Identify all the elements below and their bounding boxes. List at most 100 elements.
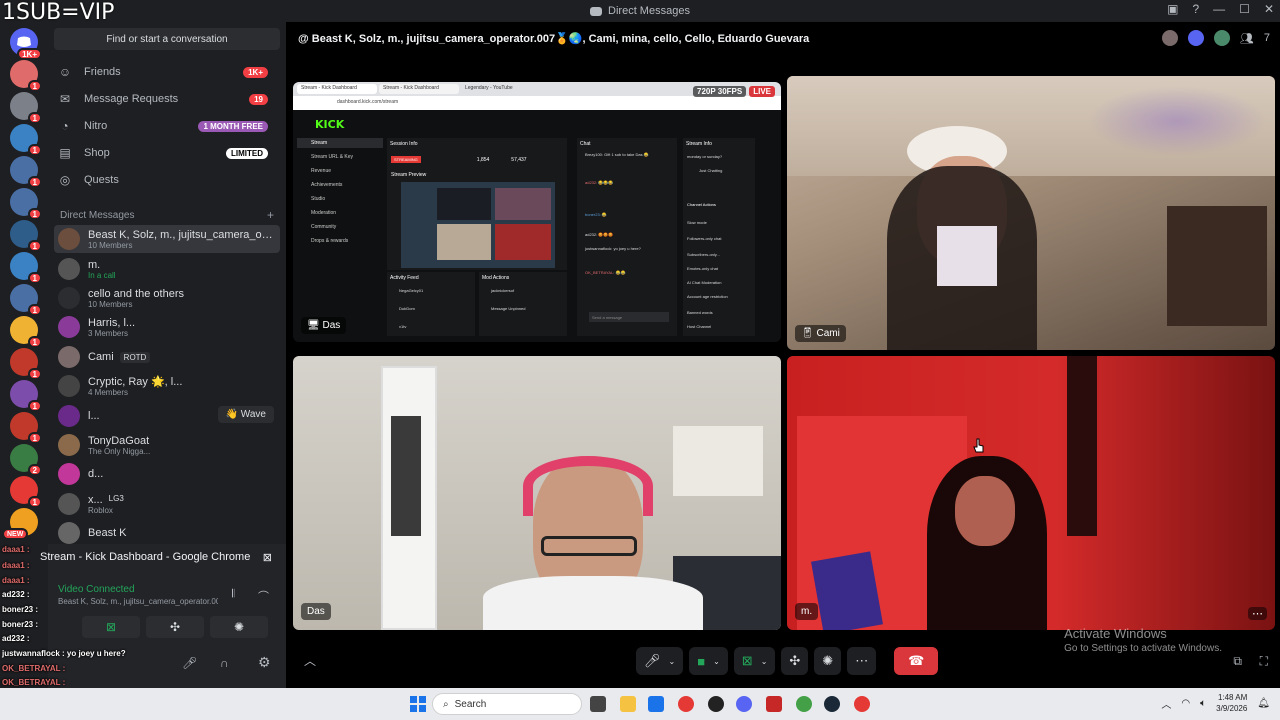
close-button[interactable]: ✕: [1264, 2, 1274, 16]
server-icon[interactable]: 1: [10, 348, 42, 380]
mail-icon: ✉: [59, 92, 71, 106]
dm-item[interactable]: Cryptic, Ray 🌟, l... 4 Members: [54, 372, 280, 400]
settings-gear-icon[interactable]: ⚙: [258, 654, 271, 671]
window-controls: ▣ ? — ☐ ✕: [1167, 2, 1274, 16]
activate-windows-watermark: Activate Windows Go to Settings to activ…: [1064, 626, 1222, 654]
server-icon[interactable]: NEW: [2, 508, 38, 540]
chrome-icon[interactable]: [796, 696, 812, 712]
activities-button[interactable]: ✣: [146, 616, 204, 638]
server-icon[interactable]: 1: [10, 92, 42, 124]
dm-item[interactable]: l... 👋 Wave: [54, 402, 280, 430]
file-explorer-icon[interactable]: [620, 696, 636, 712]
participant-avatar[interactable]: [1213, 30, 1230, 46]
screenshare-button[interactable]: ⊠: [82, 616, 140, 638]
server-icon[interactable]: 1: [10, 412, 42, 444]
discord-taskbar-icon[interactable]: [736, 696, 752, 712]
dm-item[interactable]: Beast K: [54, 519, 280, 547]
microphone-button[interactable]: 🎤︎ ⌄: [636, 647, 684, 675]
minimize-button[interactable]: —: [1213, 2, 1225, 16]
fullscreen-icon[interactable]: ⛶: [1260, 654, 1268, 669]
activities-button[interactable]: ✣: [781, 647, 809, 675]
taskbar-search[interactable]: ⌕ Search: [432, 693, 582, 715]
discord-app: Direct Messages ▣ ? — ☐ ✕ 1SUB=VIP 1K+ 1…: [0, 0, 1280, 688]
wifi-icon[interactable]: ◠: [1181, 698, 1190, 709]
dm-item[interactable]: Beast K, Solz, m., jujitsu_camera_opera.…: [54, 225, 280, 253]
steam-icon[interactable]: [824, 696, 840, 712]
server-icon[interactable]: 1: [10, 380, 42, 412]
soundboard-button[interactable]: ✺: [210, 616, 268, 638]
windows-start-icon[interactable]: [410, 696, 426, 712]
nav-message-requests[interactable]: ✉ Message Requests 19: [56, 87, 276, 111]
activity-feed: Activity Feed NegaGelcy01 DubDom v1tv: [387, 272, 475, 336]
participant-avatar[interactable]: [1187, 30, 1204, 46]
popout-icon[interactable]: ⧉: [1233, 654, 1242, 669]
call-header-actions: 👥︎ 7: [1161, 30, 1270, 46]
overlay-chat-line: ad232 :: [2, 634, 30, 643]
more-button[interactable]: ⋯: [847, 647, 877, 675]
server-icon[interactable]: 1: [10, 188, 42, 220]
nav-shop[interactable]: ▤ Shop LIMITED: [56, 141, 276, 165]
help-icon[interactable]: ?: [1192, 2, 1199, 16]
server-icon[interactable]: 1: [10, 316, 42, 348]
server-icon[interactable]: 1: [10, 124, 42, 156]
chrome-icon[interactable]: [678, 696, 694, 712]
clock[interactable]: 1:48 AM 3/9/2026: [1216, 692, 1247, 714]
app-icon[interactable]: [708, 696, 724, 712]
noise-suppression-icon[interactable]: 𝄃: [232, 588, 234, 601]
server-icon[interactable]: 1: [10, 156, 42, 188]
volume-icon[interactable]: 🔈︎: [1200, 698, 1206, 709]
window-title: Direct Messages: [590, 5, 690, 17]
members-icon[interactable]: 👥︎: [1240, 32, 1254, 45]
nitro-icon: ◔: [61, 119, 69, 133]
dm-item[interactable]: cello and the others 10 Members: [54, 284, 280, 312]
server-icon[interactable]: 1: [10, 220, 42, 252]
collapse-chevron-icon[interactable]: ︿: [304, 652, 316, 669]
server-icon[interactable]: 1: [10, 476, 42, 508]
chrome-icon[interactable]: [854, 696, 870, 712]
maximize-button[interactable]: ☐: [1239, 2, 1250, 16]
acrobat-icon[interactable]: [766, 696, 782, 712]
microphone-icon[interactable]: 🎤︎: [182, 656, 197, 670]
nav-friends[interactable]: ☺ Friends 1K+: [56, 60, 276, 84]
dm-item[interactable]: Cami ROTD: [54, 343, 280, 371]
server-rail: 1K+ 1 1 1 1 1 1 1 1 1 1 1 1 2 1 NEW: [0, 22, 48, 688]
server-icon[interactable]: 1: [10, 252, 42, 284]
more-options-icon[interactable]: ⋯: [1248, 607, 1267, 620]
avatar: [58, 463, 80, 485]
notifications-icon[interactable]: 🔔︎: [1257, 698, 1270, 709]
server-icon[interactable]: 1: [10, 60, 42, 92]
nav-nitro[interactable]: ◔ Nitro 1 MONTH FREE: [56, 114, 276, 138]
inbox-icon[interactable]: ▣: [1167, 2, 1178, 16]
dm-item[interactable]: TonyDaGoat The Only Nigga...: [54, 431, 280, 459]
stream-popout[interactable]: Stream - Kick Dashboard - Google Chrome …: [40, 544, 286, 570]
dm-item[interactable]: d...: [54, 460, 280, 488]
video-tile-cami[interactable]: 📱︎ Cami: [787, 76, 1275, 350]
video-tile-m[interactable]: m. ⋯: [787, 356, 1275, 630]
wave-button[interactable]: 👋 Wave: [217, 406, 274, 423]
participant-avatar[interactable]: [1161, 30, 1178, 46]
screenshare-tile[interactable]: Stream - Kick Dashboard Stream - Kick Da…: [293, 82, 781, 342]
headphones-icon[interactable]: ∩: [220, 656, 229, 670]
dm-item[interactable]: x... LG3 Roblox: [54, 490, 280, 518]
screenshare-button[interactable]: ⊠ ⌄: [733, 647, 776, 675]
server-icon[interactable]: 1: [10, 284, 42, 316]
server-icon[interactable]: 2: [10, 444, 42, 476]
voice-channel-name[interactable]: Beast K, Solz, m., jujitsu_camera_operat…: [58, 597, 218, 606]
soundboard-button[interactable]: ✺: [814, 647, 842, 675]
home-button[interactable]: 1K+: [10, 28, 42, 60]
overlay-chat-line: OK_BETRAYAL :: [2, 678, 66, 687]
conversation-search-button[interactable]: Find or start a conversation: [54, 28, 280, 50]
close-stream-icon[interactable]: ⊠: [263, 551, 272, 564]
create-dm-button[interactable]: +: [267, 208, 274, 222]
end-call-button[interactable]: ☎: [894, 647, 939, 675]
camera-button[interactable]: ■ ⌄: [689, 647, 728, 675]
dm-item[interactable]: m. In a call: [54, 255, 280, 283]
video-tile-das[interactable]: Das: [293, 356, 781, 630]
tile-label: 📱︎ Cami: [795, 325, 846, 342]
dm-item[interactable]: Harris, l... 3 Members: [54, 313, 280, 341]
store-icon[interactable]: [648, 696, 664, 712]
tray-chevron-icon[interactable]: ︿: [1161, 696, 1171, 711]
nav-quests[interactable]: ◎ Quests: [56, 168, 276, 192]
disconnect-icon[interactable]: ⌒: [258, 588, 269, 604]
task-view-icon[interactable]: [590, 696, 606, 712]
